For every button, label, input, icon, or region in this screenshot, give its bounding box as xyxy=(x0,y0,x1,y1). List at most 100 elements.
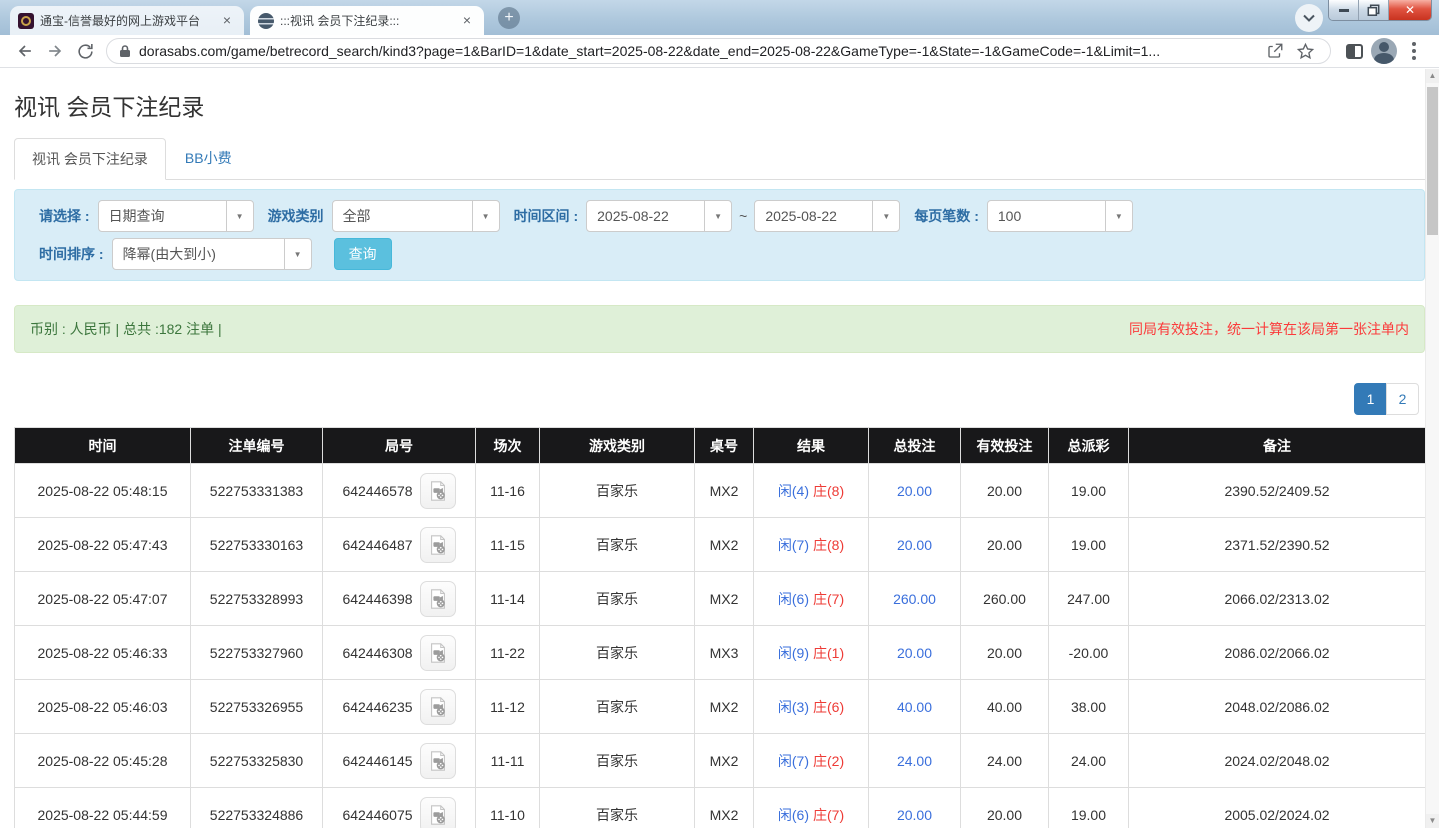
browser-menu-icon[interactable] xyxy=(1399,36,1429,66)
tab-bb-tips[interactable]: BB小费 xyxy=(168,138,249,180)
filter-panel: 请选择 : 日期查询 ▼ 游戏类别 全部 ▼ 时间区间 : 2025-08-22… xyxy=(14,189,1425,281)
cell-remark: 2005.02/2024.02 xyxy=(1129,788,1426,828)
round-number: 642446398 xyxy=(342,591,412,607)
video-replay-button[interactable] xyxy=(420,797,456,828)
cell-result: 闲(3)庄(6) xyxy=(754,680,869,734)
reload-icon[interactable] xyxy=(70,36,100,66)
result-banker: 庄(2) xyxy=(813,753,844,769)
cell-round: 642446487 xyxy=(323,518,476,572)
video-replay-button[interactable] xyxy=(420,635,456,671)
cell-result: 闲(4)庄(8) xyxy=(754,464,869,518)
scrollbar-thumb[interactable] xyxy=(1427,87,1438,235)
cell-session: 11-22 xyxy=(476,626,540,680)
tab2-title: :::视讯 会员下注纪录::: xyxy=(274,12,458,29)
cell-table: MX3 xyxy=(695,626,754,680)
date-range-separator: ~ xyxy=(739,208,747,224)
game-type-label: 游戏类别 xyxy=(268,206,324,226)
select-arrow-icon[interactable]: ▼ xyxy=(704,201,731,231)
total-bet-link[interactable]: 260.00 xyxy=(893,591,936,607)
cell-result: 闲(6)庄(7) xyxy=(754,572,869,626)
total-bet-link[interactable]: 40.00 xyxy=(897,699,932,715)
total-bet-link[interactable]: 20.00 xyxy=(897,807,932,823)
search-button[interactable]: 查询 xyxy=(334,238,392,270)
cell-game: 百家乐 xyxy=(540,464,695,518)
result-player: 闲(7) xyxy=(778,753,809,769)
cell-result: 闲(7)庄(8) xyxy=(754,518,869,572)
tab1-title: 通宝-信誉最好的网上游戏平台 xyxy=(34,12,218,29)
profile-avatar[interactable] xyxy=(1369,36,1399,66)
table-row: 2025-08-22 05:48:15522753331383642446578… xyxy=(15,464,1426,518)
select-arrow-icon[interactable]: ▼ xyxy=(1105,201,1132,231)
page-size-select[interactable]: 100 ▼ xyxy=(987,200,1133,232)
tab-search-chevron-icon[interactable] xyxy=(1295,4,1323,32)
cell-total-bet: 20.00 xyxy=(869,518,961,572)
total-bet-link[interactable]: 24.00 xyxy=(897,753,932,769)
result-player: 闲(9) xyxy=(778,645,809,661)
address-bar[interactable]: dorasabs.com/game/betrecord_search/kind3… xyxy=(106,38,1331,64)
column-header: 局号 xyxy=(323,428,476,464)
date-end-select[interactable]: 2025-08-22 ▼ xyxy=(754,200,900,232)
query-type-select[interactable]: 日期查询 ▼ xyxy=(98,200,254,232)
cell-game: 百家乐 xyxy=(540,572,695,626)
share-icon[interactable] xyxy=(1260,36,1290,66)
restore-button[interactable] xyxy=(1359,0,1389,20)
tab2-close-icon[interactable]: × xyxy=(458,12,476,30)
scroll-up-icon[interactable]: ▲ xyxy=(1426,69,1439,83)
sort-select[interactable]: 降幂(由大到小) ▼ xyxy=(112,238,312,270)
cell-valid-bet: 40.00 xyxy=(961,680,1049,734)
cell-payout: 19.00 xyxy=(1049,788,1129,828)
cell-valid-bet: 260.00 xyxy=(961,572,1049,626)
select-arrow-icon[interactable]: ▼ xyxy=(472,201,499,231)
pagination-page-2[interactable]: 2 xyxy=(1386,383,1419,415)
video-replay-button[interactable] xyxy=(420,581,456,617)
cell-session: 11-16 xyxy=(476,464,540,518)
pagination-page-1[interactable]: 1 xyxy=(1354,383,1387,415)
cell-result: 闲(9)庄(1) xyxy=(754,626,869,680)
table-body: 2025-08-22 05:48:15522753331383642446578… xyxy=(15,464,1426,828)
game-type-select[interactable]: 全部 ▼ xyxy=(332,200,500,232)
back-icon[interactable] xyxy=(10,36,40,66)
bookmark-star-icon[interactable] xyxy=(1290,36,1320,66)
video-replay-button[interactable] xyxy=(420,743,456,779)
forward-icon[interactable] xyxy=(40,36,70,66)
select-arrow-icon[interactable]: ▼ xyxy=(226,201,253,231)
cell-round: 642446235 xyxy=(323,680,476,734)
tab1-close-icon[interactable]: × xyxy=(218,12,236,30)
browser-tab-1[interactable]: 通宝-信誉最好的网上游戏平台 × xyxy=(10,6,244,35)
result-banker: 庄(7) xyxy=(813,591,844,607)
url-text[interactable]: dorasabs.com/game/betrecord_search/kind3… xyxy=(139,43,1260,59)
tab-bet-records[interactable]: 视讯 会员下注纪录 xyxy=(14,138,166,180)
cell-round: 642446145 xyxy=(323,734,476,788)
minimize-button[interactable] xyxy=(1329,0,1359,20)
cell-game: 百家乐 xyxy=(540,518,695,572)
cell-bet-id: 522753327960 xyxy=(191,626,323,680)
cell-time: 2025-08-22 05:46:03 xyxy=(15,680,191,734)
query-type-label: 请选择 : xyxy=(39,206,90,226)
video-replay-button[interactable] xyxy=(420,473,456,509)
side-panel-icon[interactable] xyxy=(1339,36,1369,66)
result-player: 闲(6) xyxy=(778,591,809,607)
video-replay-button[interactable] xyxy=(420,527,456,563)
date-start-select[interactable]: 2025-08-22 ▼ xyxy=(586,200,732,232)
total-bet-link[interactable]: 20.00 xyxy=(897,537,932,553)
new-tab-button[interactable]: + xyxy=(498,7,520,29)
cell-bet-id: 522753324886 xyxy=(191,788,323,828)
total-bet-link[interactable]: 20.00 xyxy=(897,483,932,499)
select-arrow-icon[interactable]: ▼ xyxy=(284,239,311,269)
cell-total-bet: 24.00 xyxy=(869,734,961,788)
scroll-down-icon[interactable]: ▼ xyxy=(1426,814,1439,828)
lock-icon[interactable] xyxy=(119,44,131,58)
round-number: 642446145 xyxy=(342,753,412,769)
close-button[interactable]: ✕ xyxy=(1389,0,1431,20)
result-player: 闲(7) xyxy=(778,537,809,553)
page-scrollbar[interactable]: ▲ ▼ xyxy=(1425,69,1439,828)
total-bet-link[interactable]: 20.00 xyxy=(897,645,932,661)
result-player: 闲(3) xyxy=(778,699,809,715)
table-row: 2025-08-22 05:47:07522753328993642446398… xyxy=(15,572,1426,626)
video-replay-button[interactable] xyxy=(420,689,456,725)
select-arrow-icon[interactable]: ▼ xyxy=(872,201,899,231)
cell-valid-bet: 20.00 xyxy=(961,626,1049,680)
column-header: 总投注 xyxy=(869,428,961,464)
round-number: 642446578 xyxy=(342,483,412,499)
browser-tab-2[interactable]: :::视讯 会员下注纪录::: × xyxy=(250,6,484,35)
